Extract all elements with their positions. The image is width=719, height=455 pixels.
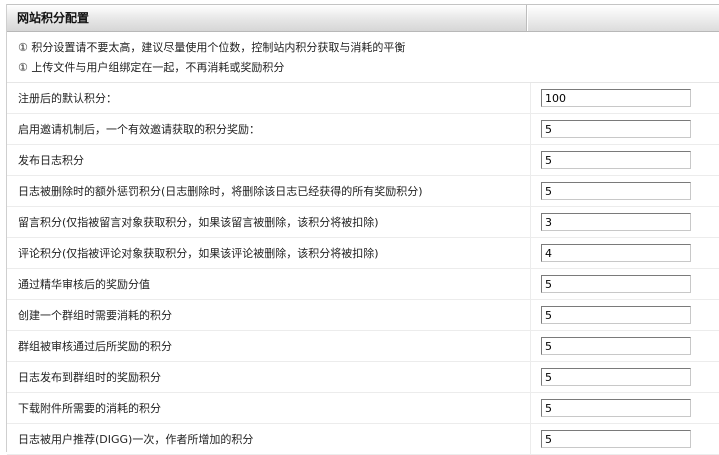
delete-penalty-input[interactable] (541, 182, 691, 200)
setting-row-publish-to-group: 日志发布到群组时的奖励积分 (7, 362, 719, 393)
setting-row-default-points: 注册后的默认积分： (7, 83, 719, 114)
post-blog-points-input[interactable] (541, 151, 691, 169)
setting-row-delete-penalty: 日志被删除时的额外惩罚积分(日志删除时，将删除该日志已经获得的所有奖励积分) (7, 176, 719, 207)
setting-label: 注册后的默认积分： (18, 92, 117, 105)
setting-label: 通过精华审核后的奖励分值 (18, 278, 150, 291)
comment-points-input[interactable] (541, 244, 691, 262)
setting-row-message-points: 留言积分(仅指被留言对象获取积分，如果该留言被删除，该积分将被扣除) (7, 207, 719, 238)
setting-label: 留言积分(仅指被留言对象获取积分，如果该留言被删除，该积分将被扣除) (18, 216, 379, 229)
setting-row-post-blog: 发布日志积分 (7, 145, 719, 176)
note-upload: ① 上传文件与用户组绑定在一起，不再消耗或奖励积分 (18, 61, 285, 74)
featured-reward-input[interactable] (541, 275, 691, 293)
message-points-input[interactable] (541, 213, 691, 231)
setting-row-comment-points: 评论积分(仅指被评论对象获取积分，如果该评论被删除，该积分将被扣除) (7, 238, 719, 269)
setting-label: 日志被用户推荐(DIGG)一次，作者所增加的积分 (18, 433, 254, 446)
invite-reward-input[interactable] (541, 120, 691, 138)
panel-title: 网站积分配置 (7, 5, 527, 31)
setting-label: 下载附件所需要的消耗的积分 (18, 402, 161, 415)
setting-label: 日志被删除时的额外惩罚积分(日志删除时，将删除该日志已经获得的所有奖励积分) (18, 185, 423, 198)
settings-panel: 网站积分配置 ① 积分设置请不要太高，建议尽量使用个位数，控制站内积分获取与消耗… (6, 4, 719, 455)
setting-row-digg-points: 日志被用户推荐(DIGG)一次，作者所增加的积分 (7, 424, 719, 455)
publish-to-group-reward-input[interactable] (541, 368, 691, 386)
digg-points-input[interactable] (541, 430, 691, 448)
header-blank-cell (527, 5, 719, 31)
setting-label: 启用邀请机制后，一个有效邀请获取的积分奖励： (18, 123, 260, 136)
panel-header: 网站积分配置 (7, 4, 719, 32)
default-points-input[interactable] (541, 89, 691, 107)
group-approved-reward-input[interactable] (541, 337, 691, 355)
create-group-cost-input[interactable] (541, 306, 691, 324)
setting-row-invite-reward: 启用邀请机制后，一个有效邀请获取的积分奖励： (7, 114, 719, 145)
setting-label: 日志发布到群组时的奖励积分 (18, 371, 161, 384)
setting-row-download-cost: 下载附件所需要的消耗的积分 (7, 393, 719, 424)
setting-label: 评论积分(仅指被评论对象获取积分，如果该评论被删除，该积分将被扣除) (18, 247, 379, 260)
setting-label: 群组被审核通过后所奖励的积分 (18, 340, 172, 353)
download-cost-input[interactable] (541, 399, 691, 417)
setting-row-group-approved: 群组被审核通过后所奖励的积分 (7, 331, 719, 362)
notes-section: ① 积分设置请不要太高，建议尽量使用个位数，控制站内积分获取与消耗的平衡 ① 上… (7, 32, 719, 83)
setting-row-featured-reward: 通过精华审核后的奖励分值 (7, 269, 719, 300)
note-balance: ① 积分设置请不要太高，建议尽量使用个位数，控制站内积分获取与消耗的平衡 (18, 41, 406, 54)
setting-row-create-group: 创建一个群组时需要消耗的积分 (7, 300, 719, 331)
setting-label: 发布日志积分 (18, 154, 84, 167)
setting-label: 创建一个群组时需要消耗的积分 (18, 309, 172, 322)
